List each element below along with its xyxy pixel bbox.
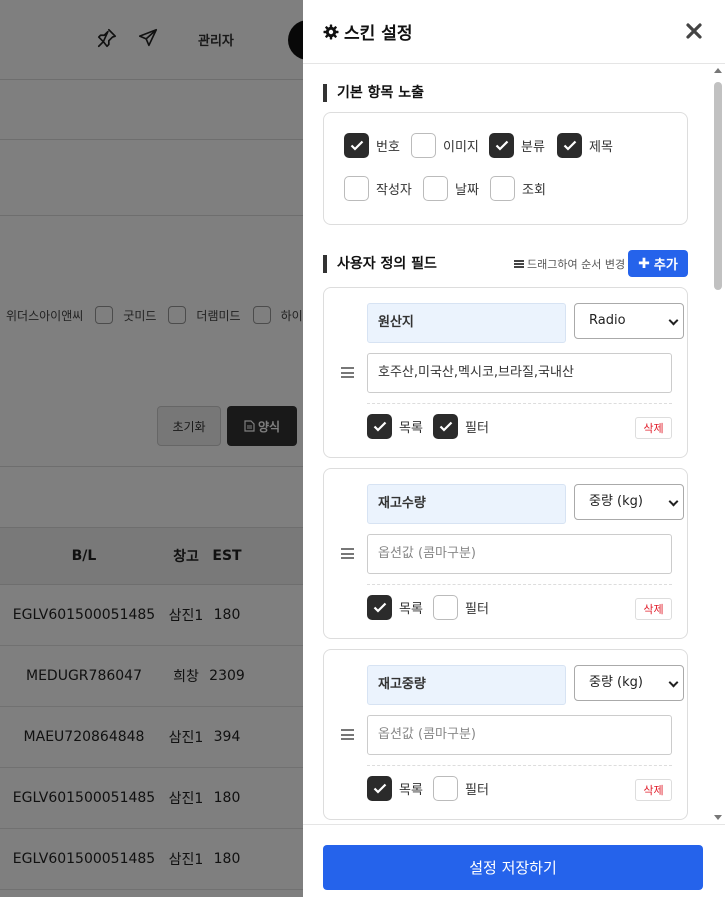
- checkbox[interactable]: [344, 176, 369, 201]
- checkbox[interactable]: [367, 776, 392, 801]
- divider: [367, 403, 672, 404]
- checkbox-label: 작성자: [376, 183, 412, 198]
- checkbox-label: 이미지: [443, 140, 479, 155]
- checkbox[interactable]: [433, 776, 458, 801]
- basic-items-box: 번호 이미지 분류 제목 작성자 날짜 조회: [323, 112, 688, 225]
- field-options-input[interactable]: 옵션값 (콤마구분): [367, 534, 672, 574]
- field-type-select[interactable]: 중량 (kg): [574, 665, 684, 701]
- field-name-input[interactable]: 재고수량: [367, 484, 566, 524]
- field-options-input[interactable]: 옵션값 (콤마구분): [367, 715, 672, 755]
- checkbox-label: 날짜: [455, 183, 479, 198]
- check-icon: [563, 140, 576, 151]
- checkbox-label: 필터: [465, 421, 489, 436]
- chevron-down-icon: [668, 496, 679, 507]
- add-field-button[interactable]: ✚ 추가: [628, 250, 688, 277]
- scroll-thumb[interactable]: [714, 82, 722, 290]
- checkbox-label: 필터: [465, 783, 489, 798]
- drag-hint: 드래그하여 순서 변경: [514, 256, 625, 272]
- panel-scrollbar[interactable]: [713, 64, 723, 824]
- drag-handle-icon[interactable]: [341, 367, 354, 378]
- checkbox-label: 제목: [589, 140, 613, 155]
- basic-item-title[interactable]: 제목: [557, 133, 613, 158]
- add-button-label: 추가: [653, 258, 678, 273]
- field-type-value: Radio: [589, 313, 626, 328]
- field-type-select[interactable]: 중량 (kg): [574, 484, 684, 520]
- field-options-input[interactable]: 호주산,미국산,멕시코,브라질,국내산: [367, 353, 672, 393]
- chevron-down-icon: [668, 677, 679, 688]
- close-icon[interactable]: [685, 22, 703, 40]
- checkbox[interactable]: [411, 133, 436, 158]
- scroll-up-icon[interactable]: [714, 68, 722, 73]
- check-icon: [439, 421, 452, 432]
- check-icon: [373, 602, 386, 613]
- checkbox[interactable]: [433, 414, 458, 439]
- plus-icon: ✚: [638, 255, 650, 272]
- basic-section-title: 기본 항목 노출: [323, 84, 424, 102]
- basic-item-image[interactable]: 이미지: [411, 133, 479, 158]
- filter-toggle[interactable]: 필터: [433, 776, 489, 801]
- field-type-select[interactable]: Radio: [574, 303, 684, 339]
- list-toggle[interactable]: 목록: [367, 595, 423, 620]
- basic-item-category[interactable]: 분류: [489, 133, 545, 158]
- check-icon: [495, 140, 508, 151]
- checkbox-label: 번호: [376, 140, 400, 155]
- checkbox-label: 필터: [465, 602, 489, 617]
- panel-title: 스킨 설정: [323, 19, 412, 44]
- checkbox[interactable]: [423, 176, 448, 201]
- check-icon: [373, 783, 386, 794]
- custom-field-card: 재고수량 중량 (kg) 옵션값 (콤마구분) 목록 필터 삭제: [323, 468, 688, 639]
- delete-field-button[interactable]: 삭제: [635, 417, 672, 439]
- scroll-down-icon[interactable]: [714, 815, 722, 820]
- checkbox-label: 조회: [522, 183, 546, 198]
- basic-item-views[interactable]: 조회: [490, 176, 546, 201]
- drag-handle-icon[interactable]: [341, 548, 354, 559]
- check-icon: [373, 421, 386, 432]
- checkbox-label: 분류: [521, 140, 545, 155]
- custom-section-title: 사용자 정의 필드: [323, 255, 437, 273]
- panel-title-text: 스킨 설정: [344, 24, 413, 44]
- checkbox[interactable]: [489, 133, 514, 158]
- checkbox-label: 목록: [399, 421, 423, 436]
- filter-toggle[interactable]: 필터: [433, 595, 489, 620]
- panel-header: 스킨 설정: [303, 0, 725, 64]
- checkbox-label: 목록: [399, 783, 423, 798]
- panel-footer: 설정 저장하기: [303, 824, 725, 897]
- checkbox[interactable]: [490, 176, 515, 201]
- field-type-value: 중량 (kg): [589, 494, 643, 509]
- basic-item-number[interactable]: 번호: [344, 133, 400, 158]
- checkbox[interactable]: [557, 133, 582, 158]
- basic-item-date[interactable]: 날짜: [423, 176, 479, 201]
- chevron-down-icon: [668, 315, 679, 326]
- checkbox-label: 목록: [399, 602, 423, 617]
- list-toggle[interactable]: 목록: [367, 776, 423, 801]
- field-type-value: 중량 (kg): [589, 675, 643, 690]
- drag-handle-icon[interactable]: [341, 729, 354, 740]
- checkbox[interactable]: [367, 595, 392, 620]
- checkbox[interactable]: [344, 133, 369, 158]
- field-name-input[interactable]: 원산지: [367, 303, 566, 343]
- filter-toggle[interactable]: 필터: [433, 414, 489, 439]
- checkbox[interactable]: [367, 414, 392, 439]
- custom-field-card: 원산지 Radio 호주산,미국산,멕시코,브라질,국내산 목록 필터 삭제: [323, 287, 688, 458]
- list-toggle[interactable]: 목록: [367, 414, 423, 439]
- list-icon: [514, 260, 524, 268]
- divider: [367, 584, 672, 585]
- save-settings-button[interactable]: 설정 저장하기: [323, 845, 703, 890]
- drag-hint-text: 드래그하여 순서 변경: [527, 258, 626, 271]
- custom-field-card: 재고중량 중량 (kg) 옵션값 (콤마구분) 목록 필터 삭제: [323, 649, 688, 820]
- delete-field-button[interactable]: 삭제: [635, 779, 672, 801]
- gear-icon: [323, 24, 339, 39]
- panel-body[interactable]: 기본 항목 노출 번호 이미지 분류 제목 작성자 날짜 조회 사용자 정의 필…: [303, 64, 713, 824]
- skin-settings-panel: 스킨 설정 기본 항목 노출 번호 이미지 분류 제목 작성자 날짜 조회 사용…: [303, 0, 725, 897]
- check-icon: [350, 140, 363, 151]
- basic-item-author[interactable]: 작성자: [344, 176, 412, 201]
- divider: [367, 765, 672, 766]
- delete-field-button[interactable]: 삭제: [635, 598, 672, 620]
- checkbox[interactable]: [433, 595, 458, 620]
- field-name-input[interactable]: 재고중량: [367, 665, 566, 705]
